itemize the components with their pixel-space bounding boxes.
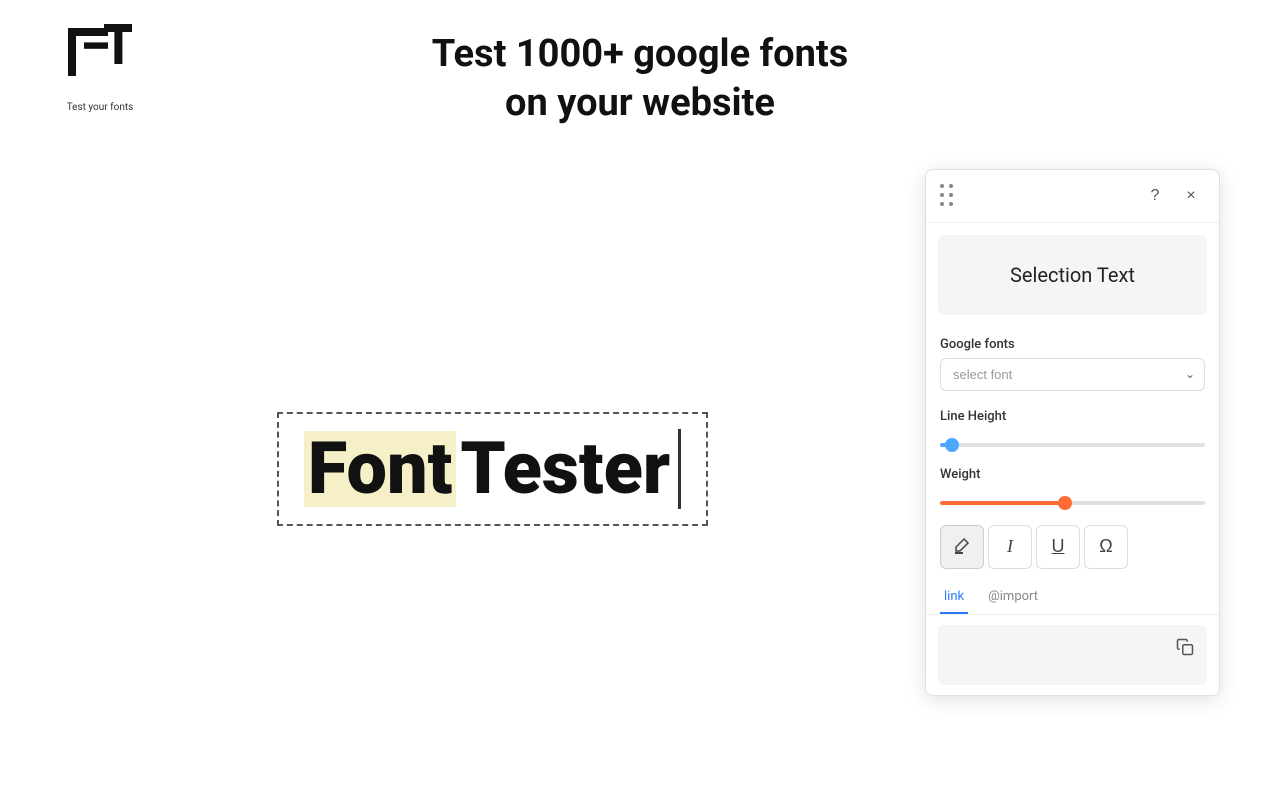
logo-icon [60,20,140,100]
right-panel: ? × Selection Text Google fonts select f… [925,169,1220,696]
italic-icon: I [1007,536,1013,557]
copy-button[interactable] [1171,633,1199,661]
page-header: Test your fonts Test 1000+ google fonts … [0,0,1280,149]
tester-word: Tester [456,431,674,507]
copy-icon [1176,638,1194,656]
tab-import[interactable]: @import [984,581,1042,614]
italic-button[interactable]: I [988,525,1032,569]
style-buttons-row: I U Ω [926,517,1219,577]
font-select[interactable]: select font [940,358,1205,391]
font-word: Font [304,431,457,507]
highlight-button[interactable] [940,525,984,569]
text-cursor [678,429,681,509]
help-button[interactable]: ? [1141,182,1169,210]
dashed-border-container: Font Tester [277,412,708,526]
logo-tagline: Test your fonts [67,102,134,113]
omega-icon: Ω [1099,536,1112,557]
font-tester-text: Font Tester [304,431,674,507]
tab-link[interactable]: link [940,581,968,614]
highlight-icon [952,537,972,557]
weight-section: Weight [926,459,1219,517]
canvas-area: Font Tester [60,169,925,769]
main-content: Font Tester ? × Se [0,149,1280,789]
selection-text-label: Selection Text [1010,263,1135,287]
tabs-section: link @import [926,577,1219,615]
drag-dot [949,193,953,197]
drag-dot [949,184,953,188]
code-box [938,625,1207,685]
page-title: Test 1000+ google fonts on your website [432,30,849,129]
font-select-wrapper: select font ⌄ [940,358,1205,391]
weight-label: Weight [940,467,1205,482]
panel-actions: ? × [1141,182,1205,210]
omega-button[interactable]: Ω [1084,525,1128,569]
google-fonts-label: Google fonts [940,337,1205,352]
drag-dot [949,202,953,206]
google-fonts-section: Google fonts select font ⌄ [926,327,1219,401]
panel-header: ? × [926,170,1219,223]
line-height-label: Line Height [940,409,1205,424]
drag-dot [940,202,944,206]
drag-handle[interactable] [940,184,955,208]
logo: Test your fonts [60,20,140,113]
line-height-slider[interactable] [940,443,1205,447]
drag-dot [940,193,944,197]
weight-slider[interactable] [940,501,1205,505]
close-button[interactable]: × [1177,182,1205,210]
selection-text-box: Selection Text [938,235,1207,315]
underline-icon: U [1052,536,1065,557]
drag-dot [940,184,944,188]
text-selection-box: Font Tester [277,412,708,526]
line-height-section: Line Height [926,401,1219,459]
underline-button[interactable]: U [1036,525,1080,569]
